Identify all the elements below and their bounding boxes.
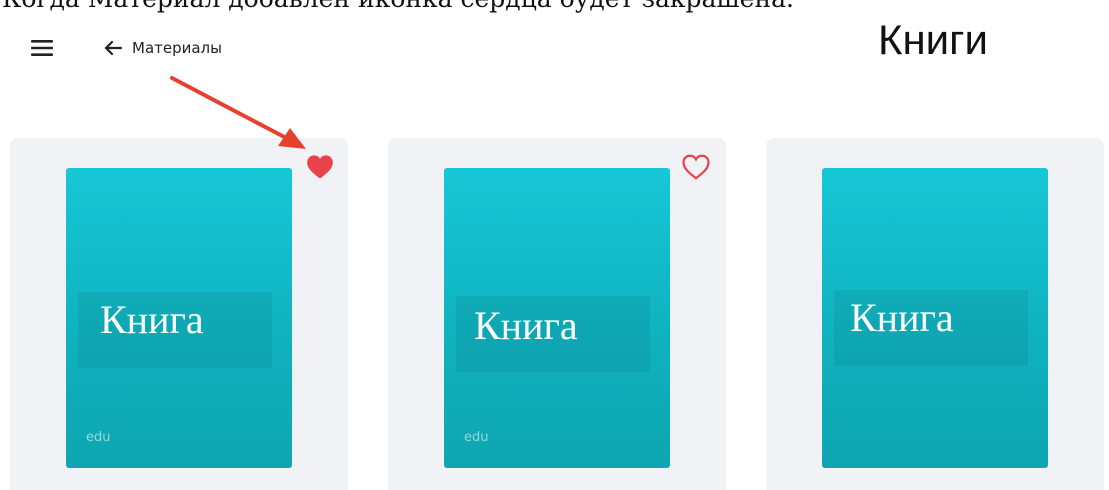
back-button[interactable]: Материалы bbox=[86, 18, 266, 78]
favorite-button-outline[interactable] bbox=[678, 150, 714, 184]
cover-tag: edu bbox=[86, 430, 111, 445]
menu-button[interactable] bbox=[14, 18, 70, 78]
book-card[interactable]: Книга bbox=[766, 138, 1104, 490]
heart-filled-icon bbox=[307, 155, 333, 179]
page-title: Книги bbox=[878, 16, 988, 63]
book-cover[interactable]: Книга edu bbox=[66, 168, 292, 468]
cover-title: Книга bbox=[100, 297, 204, 342]
book-card[interactable]: Книга edu bbox=[10, 138, 348, 490]
cover-tag: edu bbox=[464, 430, 489, 445]
book-cover[interactable]: Книга bbox=[822, 168, 1048, 468]
back-button-label: Материалы bbox=[132, 39, 222, 57]
cover-title: Книга bbox=[474, 303, 578, 348]
cover-title: Книга bbox=[850, 295, 954, 340]
menu-icon bbox=[31, 40, 53, 56]
heart-outline-icon bbox=[682, 154, 710, 180]
book-card[interactable]: Книга edu bbox=[388, 138, 726, 490]
caption-text: Когда Материал добавлен иконка сердца бу… bbox=[2, 0, 794, 13]
book-cover[interactable]: Книга edu bbox=[444, 168, 670, 468]
favorite-button-filled[interactable] bbox=[302, 150, 338, 184]
arrow-left-icon bbox=[104, 40, 122, 56]
